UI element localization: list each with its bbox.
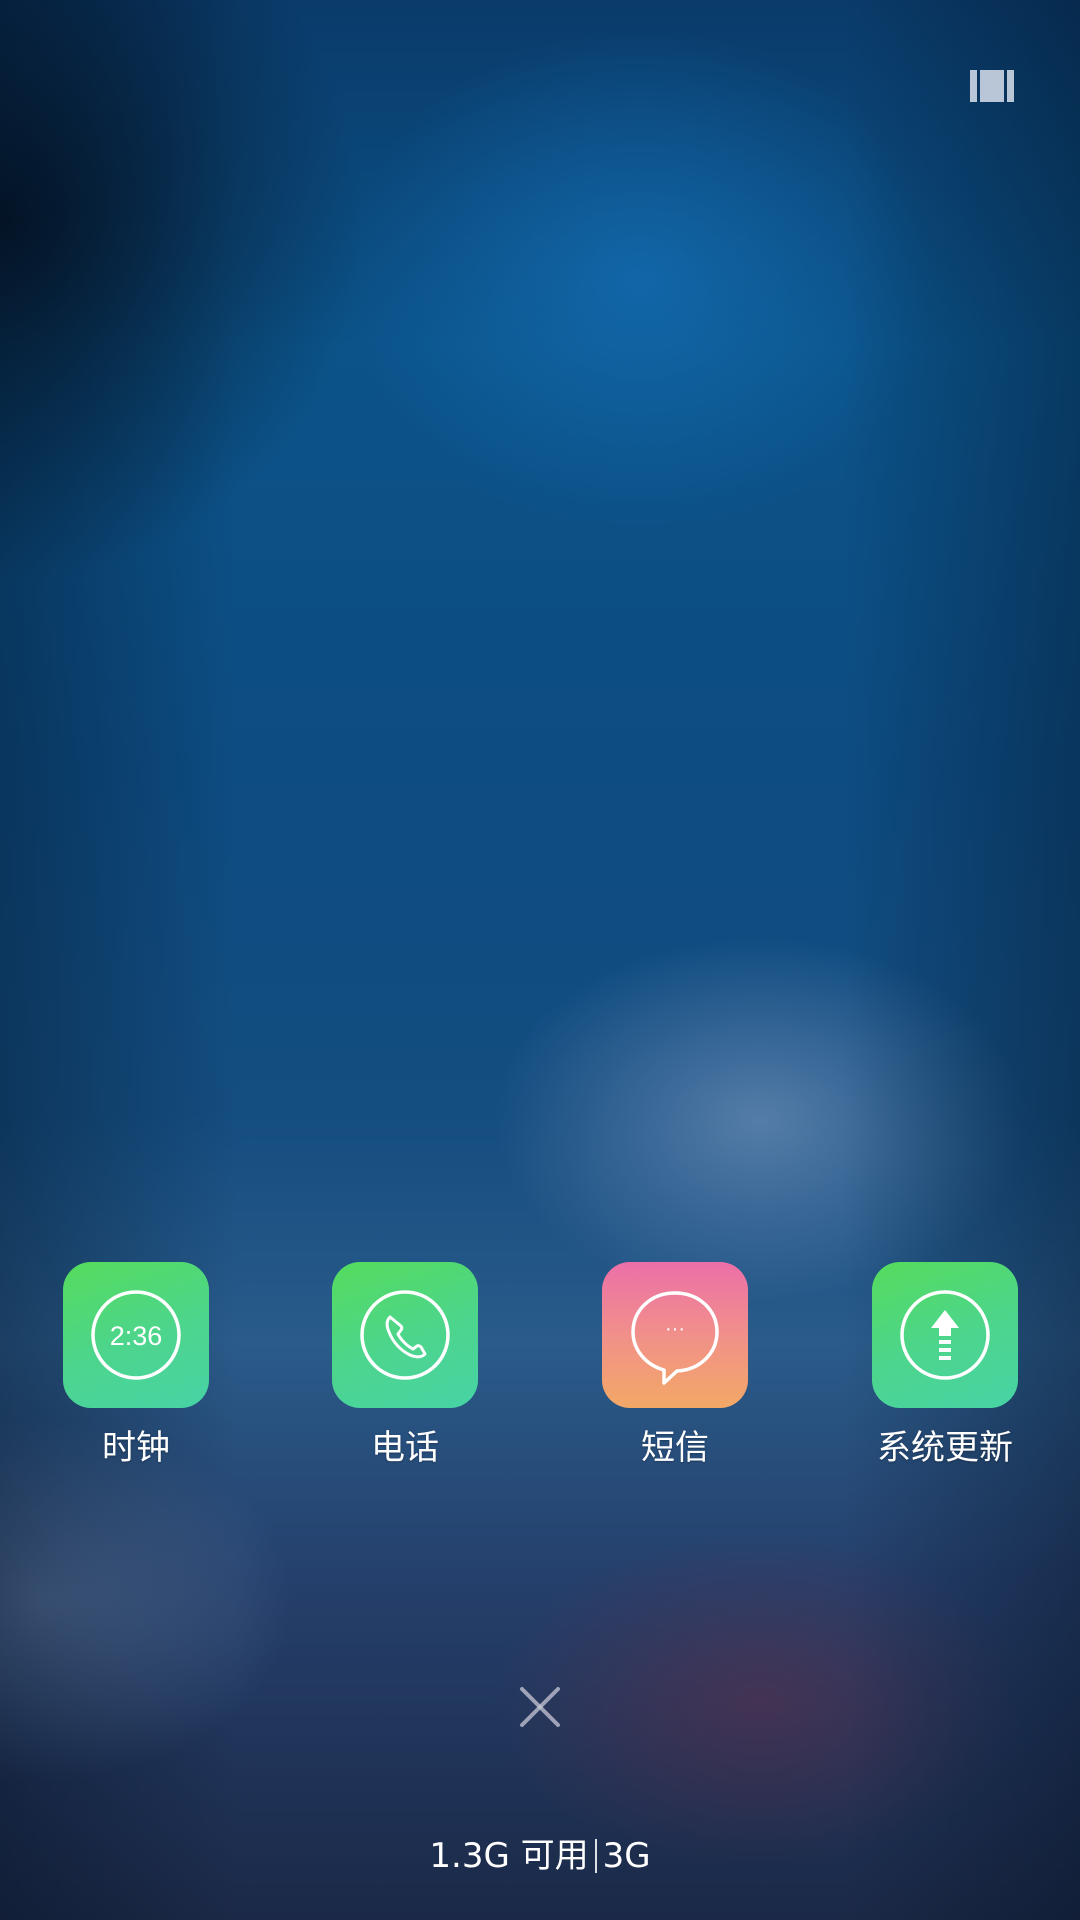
memory-info: 1.3G 可用 3G [0, 1834, 1080, 1878]
app-system-update[interactable]: 系统更新 [845, 1262, 1045, 1468]
memory-total: 3G [602, 1836, 651, 1876]
memory-available: 1.3G 可用 [429, 1836, 589, 1876]
close-icon[interactable] [516, 1683, 564, 1731]
recent-apps-row: 2:36 时钟 电话 ··· 短信 系统更新 [0, 1262, 1080, 1482]
app-clock[interactable]: 2:36 时钟 [36, 1262, 236, 1468]
app-label-clock: 时钟 [102, 1428, 170, 1468]
message-icon[interactable]: ··· [602, 1262, 748, 1408]
memory-separator [594, 1839, 597, 1873]
clock-time: 2:36 [110, 1321, 163, 1351]
recents-screen: 2:36 时钟 电话 ··· 短信 系统更新 1.3G 可用 3G [0, 0, 1080, 1920]
app-messages[interactable]: ··· 短信 [575, 1262, 775, 1468]
app-label-system-update: 系统更新 [877, 1428, 1013, 1468]
app-phone[interactable]: 电话 [305, 1262, 505, 1468]
app-label-phone: 电话 [371, 1428, 439, 1468]
multi-window-icon[interactable] [970, 70, 1014, 102]
update-icon[interactable] [872, 1262, 1018, 1408]
app-label-messages: 短信 [641, 1428, 709, 1468]
clock-icon[interactable]: 2:36 [63, 1262, 209, 1408]
message-dots: ··· [665, 1318, 685, 1340]
phone-icon[interactable] [332, 1262, 478, 1408]
wallpaper [0, 0, 1080, 1920]
